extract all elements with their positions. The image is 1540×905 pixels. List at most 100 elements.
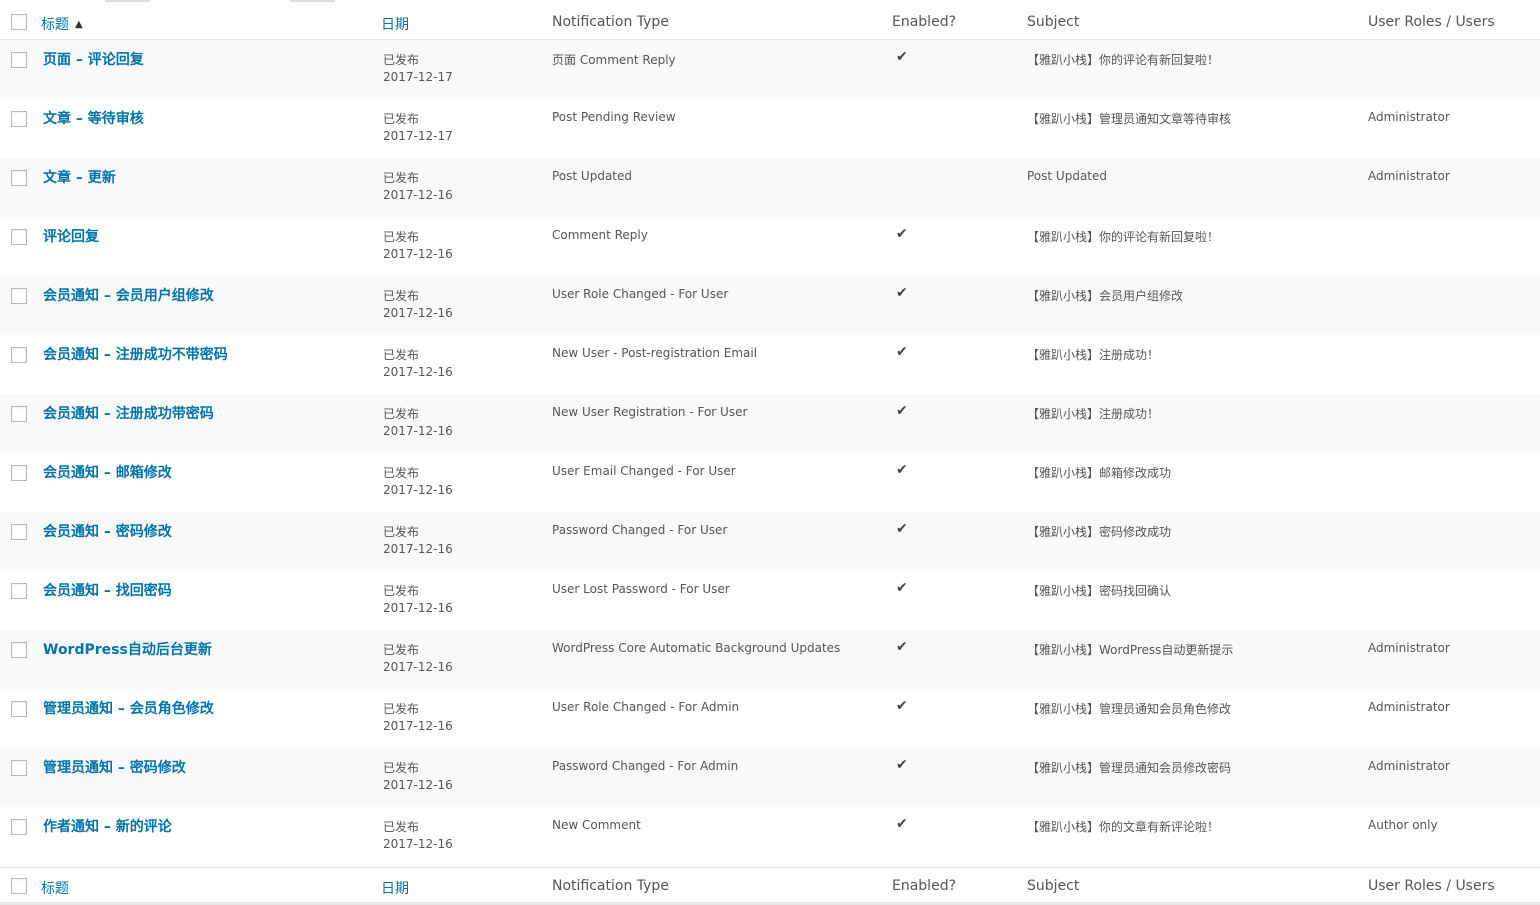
checkmark-icon: ✔ bbox=[896, 698, 908, 714]
row-subject: 【雅趴小栈】管理员通知会员修改密码 bbox=[1027, 761, 1232, 775]
row-checkbox[interactable] bbox=[11, 760, 27, 776]
row-user-roles: Administrator bbox=[1368, 700, 1450, 714]
row-notification-type: New User - Post-registration Email bbox=[552, 346, 758, 360]
row-notification-type: New Comment bbox=[552, 818, 641, 832]
select-all-checkbox[interactable] bbox=[11, 14, 27, 30]
row-checkbox[interactable] bbox=[11, 524, 27, 540]
row-checkbox[interactable] bbox=[11, 229, 27, 245]
row-subject: 【雅趴小栈】密码修改成功 bbox=[1027, 525, 1172, 539]
table-row: 页面 – 评论回复 已发布 2017-12-17 页面 Comment Reply ✔ 【… bbox=[0, 40, 1540, 99]
row-status: 已发布 bbox=[383, 53, 420, 67]
table-row: 会员通知 – 会员用户组修改 已发布 2017-12-16 User Role Cha… bbox=[0, 276, 1540, 335]
row-title-link[interactable]: 评论回复 bbox=[43, 226, 99, 246]
table-footer: 标题 日期 Notification Type Enabled? Subject… bbox=[0, 867, 1540, 905]
table-row: 作者通知 – 新的评论 已发布 2017-12-16 New Comment ✔ 【雅趴小… bbox=[0, 807, 1540, 866]
row-date: 2017-12-16 bbox=[383, 660, 453, 674]
row-date: 2017-12-16 bbox=[383, 719, 453, 733]
checkmark-icon: ✔ bbox=[896, 403, 908, 419]
row-date: 2017-12-16 bbox=[383, 365, 453, 379]
checkmark-icon: ✔ bbox=[896, 639, 908, 655]
row-title-link[interactable]: 文章 – 更新 bbox=[43, 167, 116, 187]
row-date: 2017-12-16 bbox=[383, 306, 453, 320]
column-header-user-roles: User Roles / Users bbox=[1368, 14, 1495, 30]
row-checkbox[interactable] bbox=[11, 111, 27, 127]
row-title-link[interactable]: 管理员通知 – 会员角色修改 bbox=[43, 698, 214, 718]
column-footer-enabled: Enabled? bbox=[892, 878, 957, 894]
row-notification-type: User Role Changed - For Admin bbox=[552, 700, 740, 714]
row-title-link[interactable]: 会员通知 – 会员用户组修改 bbox=[43, 285, 214, 305]
column-header-subject: Subject bbox=[1027, 14, 1080, 30]
checkmark-icon: ✔ bbox=[896, 816, 908, 832]
row-notification-type: Comment Reply bbox=[552, 228, 648, 242]
row-title-link[interactable]: 管理员通知 – 密码修改 bbox=[43, 757, 186, 777]
table-header: 标题 ▲ 日期 Notification Type Enabled? Subjec… bbox=[0, 4, 1540, 40]
row-subject: 【雅趴小栈】WordPress自动更新提示 bbox=[1027, 643, 1234, 657]
row-checkbox[interactable] bbox=[11, 642, 27, 658]
row-subject: 【雅趴小栈】你的评论有新回复啦！ bbox=[1027, 230, 1220, 244]
row-checkbox[interactable] bbox=[11, 465, 27, 481]
row-checkbox[interactable] bbox=[11, 288, 27, 304]
sort-ascending-icon[interactable]: ▲ bbox=[75, 19, 83, 30]
column-footer-subject: Subject bbox=[1027, 878, 1080, 894]
row-checkbox[interactable] bbox=[11, 583, 27, 599]
table-row: 会员通知 – 邮箱修改 已发布 2017-12-16 User Email Chang… bbox=[0, 453, 1540, 512]
row-checkbox[interactable] bbox=[11, 170, 27, 186]
row-date: 2017-12-17 bbox=[383, 70, 453, 84]
column-header-title[interactable]: 标题 ▲ bbox=[41, 14, 83, 34]
column-footer-title[interactable]: 标题 bbox=[41, 878, 69, 898]
row-title-link[interactable]: 页面 – 评论回复 bbox=[43, 49, 144, 69]
table-row: 会员通知 – 注册成功不带密码 已发布 2017-12-16 New User - P… bbox=[0, 335, 1540, 394]
row-title-link[interactable]: 文章 – 等待审核 bbox=[43, 108, 144, 128]
row-date: 2017-12-16 bbox=[383, 483, 453, 497]
column-header-notification-type: Notification Type bbox=[552, 14, 669, 30]
table-row: 会员通知 – 注册成功带密码 已发布 2017-12-16 New User Regi… bbox=[0, 394, 1540, 453]
checkmark-icon: ✔ bbox=[896, 344, 908, 360]
table-row: 会员通知 – 密码修改 已发布 2017-12-16 Password Changed… bbox=[0, 512, 1540, 571]
table-row: 管理员通知 – 会员角色修改 已发布 2017-12-16 User Role Cha… bbox=[0, 689, 1540, 748]
row-subject: 【雅趴小栈】会员用户组修改 bbox=[1027, 289, 1184, 303]
checkmark-icon: ✔ bbox=[896, 521, 908, 537]
row-status: 已发布 bbox=[383, 820, 420, 834]
checkmark-icon: ✔ bbox=[896, 285, 908, 301]
row-title-link[interactable]: WordPress自动后台更新 bbox=[43, 639, 212, 659]
column-header-date[interactable]: 日期 bbox=[381, 14, 409, 34]
row-date: 2017-12-16 bbox=[383, 188, 453, 202]
top-tab-fragment bbox=[105, 0, 150, 2]
row-subject: 【雅趴小栈】注册成功！ bbox=[1027, 348, 1160, 362]
row-status: 已发布 bbox=[383, 525, 420, 539]
row-date: 2017-12-16 bbox=[383, 542, 453, 556]
row-status: 已发布 bbox=[383, 230, 420, 244]
row-checkbox[interactable] bbox=[11, 701, 27, 717]
table-row: 评论回复 已发布 2017-12-16 Comment Reply ✔ 【雅趴小栈】你的评… bbox=[0, 217, 1540, 276]
row-user-roles: Administrator bbox=[1368, 110, 1450, 124]
row-checkbox[interactable] bbox=[11, 819, 27, 835]
notifications-list-table: 标题 ▲ 日期 Notification Type Enabled? Subjec… bbox=[0, 0, 1540, 905]
row-title-link[interactable]: 会员通知 – 注册成功带密码 bbox=[43, 403, 214, 423]
row-status: 已发布 bbox=[383, 466, 420, 480]
table-row: 文章 – 等待审核 已发布 2017-12-17 Post Pending Revie… bbox=[0, 99, 1540, 158]
row-subject: Post Updated bbox=[1027, 169, 1107, 183]
row-title-link[interactable]: 作者通知 – 新的评论 bbox=[43, 816, 172, 836]
row-checkbox[interactable] bbox=[11, 52, 27, 68]
row-status: 已发布 bbox=[383, 643, 420, 657]
row-date: 2017-12-16 bbox=[383, 778, 453, 792]
row-subject: 【雅趴小栈】管理员通知文章等待审核 bbox=[1027, 112, 1232, 126]
checkmark-icon: ✔ bbox=[896, 49, 908, 65]
row-title-link[interactable]: 会员通知 – 找回密码 bbox=[43, 580, 172, 600]
row-title-link[interactable]: 会员通知 – 密码修改 bbox=[43, 521, 172, 541]
row-status: 已发布 bbox=[383, 407, 420, 421]
row-title-link[interactable]: 会员通知 – 注册成功不带密码 bbox=[43, 344, 228, 364]
column-header-title-label[interactable]: 标题 bbox=[41, 17, 69, 33]
row-user-roles: Author only bbox=[1368, 818, 1438, 832]
row-subject: 【雅趴小栈】邮箱修改成功 bbox=[1027, 466, 1172, 480]
table-row: 会员通知 – 找回密码 已发布 2017-12-16 User Lost Passwo… bbox=[0, 571, 1540, 630]
select-all-checkbox-footer[interactable] bbox=[11, 878, 27, 894]
row-checkbox[interactable] bbox=[11, 347, 27, 363]
row-title-link[interactable]: 会员通知 – 邮箱修改 bbox=[43, 462, 172, 482]
column-footer-date[interactable]: 日期 bbox=[381, 878, 409, 898]
top-tab-fragment bbox=[290, 0, 335, 2]
checkmark-icon: ✔ bbox=[896, 757, 908, 773]
row-subject: 【雅趴小栈】注册成功！ bbox=[1027, 407, 1160, 421]
row-checkbox[interactable] bbox=[11, 406, 27, 422]
row-status: 已发布 bbox=[383, 348, 420, 362]
